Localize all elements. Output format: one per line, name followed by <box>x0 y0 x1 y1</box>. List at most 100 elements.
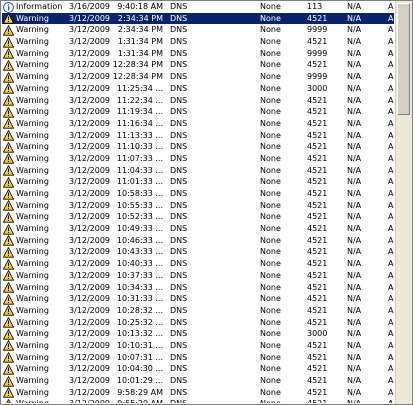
time-cell: 10:25:32 ... <box>116 317 163 327</box>
event-type-cell: Warning <box>16 13 49 23</box>
table-row[interactable]: Warning 3/12/2009 10:34:33 ... DNS None 4521 N… <box>2 282 394 294</box>
table-row[interactable]: Warning 3/12/2009 10:25:32 ... DNS None 4521 N… <box>2 317 394 329</box>
table-row[interactable]: Warning 3/12/2009 10:37:33 ... DNS None 4521 N… <box>2 270 394 282</box>
time-cell: 10:07:31 ... <box>116 352 163 362</box>
source-cell: DNS <box>170 376 188 385</box>
source-cell: DNS <box>170 13 188 23</box>
table-row[interactable]: Warning 3/12/2009 12:28:34 PM DNS None 4521 N/… <box>2 59 394 71</box>
computer-cell: A <box>388 317 394 327</box>
source-cell: DNS <box>170 247 188 257</box>
time-cell: 10:34:33 ... <box>116 282 163 292</box>
category-cell: None <box>260 165 281 175</box>
vertical-scrollbar[interactable] <box>395 1 412 404</box>
computer-cell: A <box>388 212 394 222</box>
category-cell: None <box>260 142 281 152</box>
user-cell: N/A <box>347 37 362 47</box>
warning-icon <box>3 48 14 59</box>
source-cell: DNS <box>170 48 188 58</box>
event-type-cell: Warning <box>16 329 49 339</box>
event-id-cell: 4521 <box>307 364 328 374</box>
table-row[interactable]: Warning 3/12/2009 1:31:34 PM DNS None 9999 N/A… <box>2 48 394 60</box>
table-row[interactable]: Warning 3/12/2009 11:16:34 ... DNS None 4521 N… <box>2 118 394 130</box>
computer-cell: A <box>388 340 394 350</box>
warning-icon <box>3 118 14 129</box>
event-type-cell: Warning <box>16 235 49 245</box>
warning-icon <box>3 60 14 71</box>
table-row[interactable]: Warning 3/12/2009 2:34:34 PM DNS None 4521 N/A… <box>2 12 394 25</box>
table-row[interactable]: Information 3/16/2009 9:40:18 AM DNS None 113… <box>2 1 394 13</box>
event-type-cell: Warning <box>16 340 49 350</box>
table-row[interactable]: Warning 3/12/2009 11:22:34 ... DNS None 4521 N… <box>2 95 394 107</box>
computer-cell: A <box>388 142 394 152</box>
computer-cell: A <box>388 177 394 187</box>
category-cell: None <box>260 177 281 187</box>
event-id-cell: 4521 <box>307 376 328 385</box>
event-id-cell: 9999 <box>307 25 328 35</box>
table-row[interactable]: Warning 3/12/2009 11:19:34 ... DNS None 4521 N… <box>2 106 394 118</box>
event-id-cell: 4521 <box>307 270 328 280</box>
scrollbar-thumb[interactable] <box>397 3 410 115</box>
user-cell: N/A <box>347 270 362 280</box>
user-cell: N/A <box>347 259 362 269</box>
computer-cell: A <box>388 224 394 234</box>
table-row[interactable]: Warning3/12/20099:55:29 AMDNSNone4521N/A… <box>2 398 394 403</box>
user-cell: N/A <box>347 200 362 210</box>
time-cell: 11:04:33 ... <box>116 165 163 175</box>
table-row[interactable]: Warning 3/12/2009 11:07:33 ... DNS None 4521 N… <box>2 153 394 165</box>
source-cell: DNS <box>170 165 188 175</box>
warning-icon <box>3 130 14 141</box>
table-row[interactable]: Warning 3/12/2009 10:07:31 ... DNS None 4521 N… <box>2 352 394 364</box>
table-row[interactable]: Warning 3/12/2009 10:13:32 ... DNS None 3000 N… <box>2 328 394 340</box>
user-cell: N/A <box>347 107 362 117</box>
event-id-cell: 4521 <box>307 224 328 234</box>
category-cell: None <box>260 352 281 362</box>
event-list[interactable]: Information 3/16/2009 9:40:18 AM DNS None 113… <box>2 1 394 403</box>
time-cell: 10:40:33 ... <box>116 259 163 269</box>
table-row[interactable]: Warning 3/12/2009 11:04:33 ... DNS None 4521 N… <box>2 165 394 177</box>
time-cell: 10:01:29 ... <box>116 376 163 385</box>
user-cell: N/A <box>347 130 362 140</box>
table-row[interactable]: Warning 3/12/2009 10:40:33 ... DNS None 4521 N… <box>2 258 394 270</box>
category-cell: None <box>260 25 281 35</box>
source-cell: DNS <box>170 270 188 280</box>
table-row[interactable]: Warning 3/12/2009 12:28:34 PM DNS None 9999 N/… <box>2 71 394 83</box>
table-row[interactable]: Warning 3/12/2009 10:46:33 ... DNS None 4521 N… <box>2 235 394 247</box>
table-row[interactable]: Warning 3/12/2009 10:28:32 ... DNS None 4521 N… <box>2 305 394 317</box>
computer-cell: A <box>388 247 394 257</box>
table-row[interactable]: Warning 3/12/2009 10:43:33 ... DNS None 4521 N… <box>2 246 394 258</box>
table-row[interactable]: Warning 3/12/2009 10:58:33 ... DNS None 4521 N… <box>2 188 394 200</box>
category-cell: None <box>260 2 281 11</box>
category-cell: None <box>260 153 281 163</box>
table-row[interactable]: Warning 3/12/2009 2:34:34 PM DNS None 9999 N/A… <box>2 24 394 36</box>
category-cell: None <box>260 340 281 350</box>
table-row[interactable]: Warning 3/12/2009 10:55:33 ... DNS None 4521 N… <box>2 200 394 212</box>
event-id-cell: 4521 <box>307 212 328 222</box>
table-row[interactable]: Warning 3/12/2009 11:13:33 ... DNS None 4521 N… <box>2 130 394 142</box>
event-id-cell: 4521 <box>307 37 328 47</box>
table-row[interactable]: Warning 3/12/2009 11:01:33 ... DNS None 4521 N… <box>2 176 394 188</box>
source-cell: DNS <box>170 153 188 163</box>
table-row[interactable]: Warning 3/12/2009 10:01:29 ... DNS None 4521 N… <box>2 375 394 387</box>
source-cell: DNS <box>170 142 188 152</box>
event-id-cell: 4521 <box>307 118 328 128</box>
computer-cell: A <box>388 60 394 70</box>
table-row[interactable]: Warning 3/12/2009 10:10:31 ... DNS None 4521 N… <box>2 340 394 352</box>
category-cell: None <box>260 398 300 403</box>
warning-icon <box>3 177 14 188</box>
table-row[interactable]: Warning 3/12/2009 10:49:33 ... DNS None 4521 N… <box>2 223 394 235</box>
event-type-cell: Warning <box>16 153 49 163</box>
table-row[interactable]: Warning 3/12/2009 10:04:30 ... DNS None 4521 N… <box>2 363 394 375</box>
event-type-cell: Warning <box>16 107 49 117</box>
table-row[interactable]: Warning 3/12/2009 10:31:33 ... DNS None 4521 N… <box>2 293 394 305</box>
computer-cell: A <box>388 37 394 47</box>
warning-icon <box>3 235 14 246</box>
user-cell: N/A <box>347 2 362 11</box>
table-row[interactable]: Warning 3/12/2009 11:25:34 ... DNS None 3000 N… <box>2 83 394 95</box>
table-row[interactable]: Warning 3/12/2009 1:31:34 PM DNS None 4521 N/A… <box>2 36 394 48</box>
category-cell: None <box>260 13 281 23</box>
table-row[interactable]: Warning 3/12/2009 10:52:33 ... DNS None 4521 N… <box>2 211 394 223</box>
table-row[interactable]: Warning 3/12/2009 11:10:33 ... DNS None 4521 N… <box>2 141 394 153</box>
computer-cell: A <box>388 107 394 117</box>
table-row[interactable]: Warning 3/12/2009 9:58:29 AM DNS None 4521 N/A… <box>2 387 394 399</box>
event-type-cell: Warning <box>16 247 49 257</box>
